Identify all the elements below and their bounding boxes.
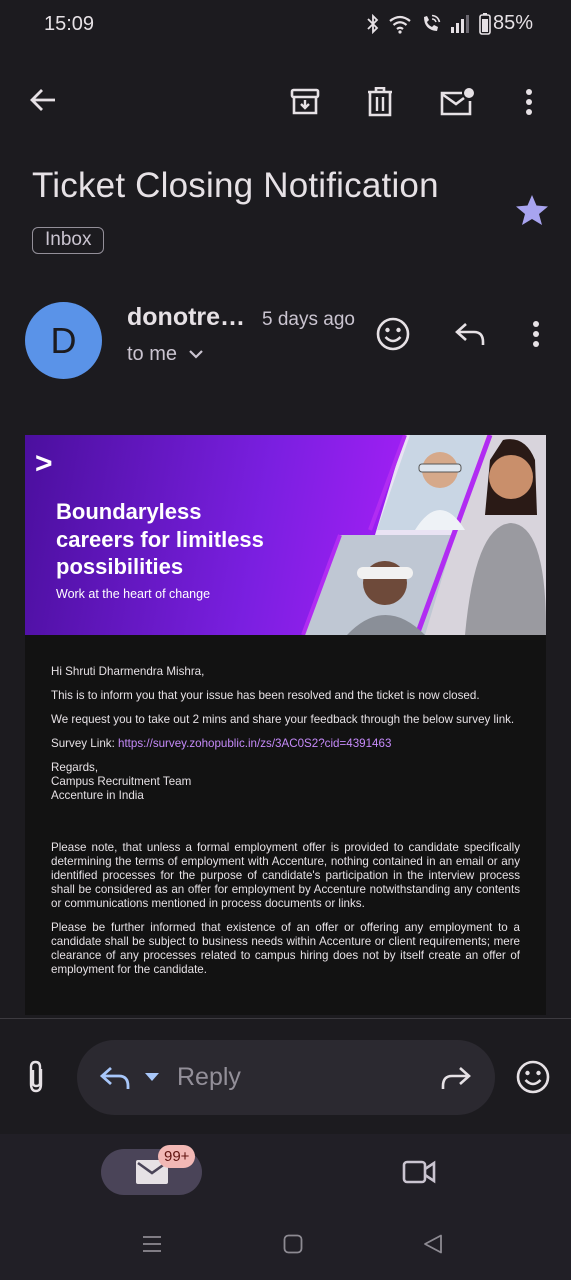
reply-button[interactable] xyxy=(448,312,492,356)
nav-meet-tab[interactable] xyxy=(397,1150,441,1194)
status-icons: 85% xyxy=(367,12,533,35)
email-body: Hi Shruti Dharmendra Mishra, This is to … xyxy=(25,635,546,1015)
accenture-logo: > xyxy=(35,447,53,480)
paperclip-icon xyxy=(25,1060,47,1094)
home-button[interactable] xyxy=(271,1222,315,1266)
inbox-label-chip[interactable]: Inbox xyxy=(32,227,105,254)
email-subject: Ticket Closing Notification xyxy=(32,166,439,205)
body-paragraph: This is to inform you that your issue ha… xyxy=(51,689,480,702)
sender-avatar[interactable]: D xyxy=(25,302,102,379)
star-icon xyxy=(515,194,549,226)
signal-icon xyxy=(450,14,470,33)
wifi-calling-icon xyxy=(421,14,441,34)
message-more-button[interactable] xyxy=(514,312,558,356)
battery-percent: 85% xyxy=(492,12,533,34)
forward-icon xyxy=(440,1065,472,1091)
reply-type-dropdown[interactable] xyxy=(144,1072,160,1082)
reply-input[interactable]: Reply xyxy=(177,1063,241,1092)
sender-name[interactable]: donotre… xyxy=(127,303,245,332)
system-back-button[interactable] xyxy=(411,1222,455,1266)
email-banner-image: > Boundaryless careers for limitless pos… xyxy=(25,435,546,635)
disclaimer-paragraph: Please note, that unless a formal employ… xyxy=(51,841,520,910)
archive-button[interactable] xyxy=(283,80,327,124)
more-vert-icon xyxy=(532,320,540,348)
forward-button[interactable] xyxy=(434,1056,478,1100)
bluetooth-icon xyxy=(367,13,379,34)
emoji-icon xyxy=(376,317,410,351)
survey-line: Survey Link: https://survey.zohopublic.i… xyxy=(51,737,392,750)
reply-icon xyxy=(454,321,486,347)
back-button[interactable] xyxy=(21,78,65,122)
unread-count-badge: 99+ xyxy=(158,1145,196,1168)
back-triangle-icon xyxy=(423,1234,443,1254)
divider xyxy=(0,1018,571,1019)
survey-link[interactable]: https://survey.zohopublic.in/zs/3AC0S2?c… xyxy=(118,737,391,750)
banner-tagline: Work at the heart of change xyxy=(56,587,211,601)
greeting: Hi Shruti Dharmendra Mishra, xyxy=(51,665,205,678)
signature: Regards, Campus Recruitment Team Accentu… xyxy=(51,761,192,802)
emoji-icon xyxy=(516,1060,550,1094)
emoji-reaction-button[interactable] xyxy=(511,1055,555,1099)
video-camera-icon xyxy=(402,1160,436,1184)
archive-icon xyxy=(290,87,320,117)
recipient-details-toggle[interactable]: to me xyxy=(127,343,203,366)
body-paragraph: We request you to take out 2 mins and sh… xyxy=(51,713,515,726)
attach-button[interactable] xyxy=(14,1055,58,1099)
status-time: 15:09 xyxy=(44,13,95,35)
delete-button[interactable] xyxy=(358,80,402,124)
reply-icon xyxy=(99,1065,131,1091)
battery-icon xyxy=(479,12,491,35)
email-timestamp: 5 days ago xyxy=(262,309,355,330)
recents-icon xyxy=(142,1234,162,1254)
back-arrow-icon xyxy=(29,86,57,114)
reply-type-button[interactable] xyxy=(93,1056,137,1100)
reply-compose-bar[interactable] xyxy=(77,1040,495,1115)
mark-unread-icon xyxy=(440,87,474,117)
more-vert-icon xyxy=(525,88,533,116)
add-reaction-button[interactable] xyxy=(371,312,415,356)
chevron-down-icon xyxy=(189,349,203,360)
disclaimer-paragraph: Please be further informed that existenc… xyxy=(51,921,520,976)
home-icon xyxy=(283,1234,303,1254)
mark-unread-button[interactable] xyxy=(435,80,479,124)
delete-icon xyxy=(367,87,393,117)
recent-apps-button[interactable] xyxy=(130,1222,174,1266)
caret-down-icon xyxy=(144,1072,160,1082)
recipient-label: to me xyxy=(127,343,178,365)
banner-photo-collage xyxy=(301,435,546,635)
wifi-icon xyxy=(388,14,412,34)
star-button[interactable] xyxy=(515,194,549,226)
more-options-button[interactable] xyxy=(507,80,551,124)
